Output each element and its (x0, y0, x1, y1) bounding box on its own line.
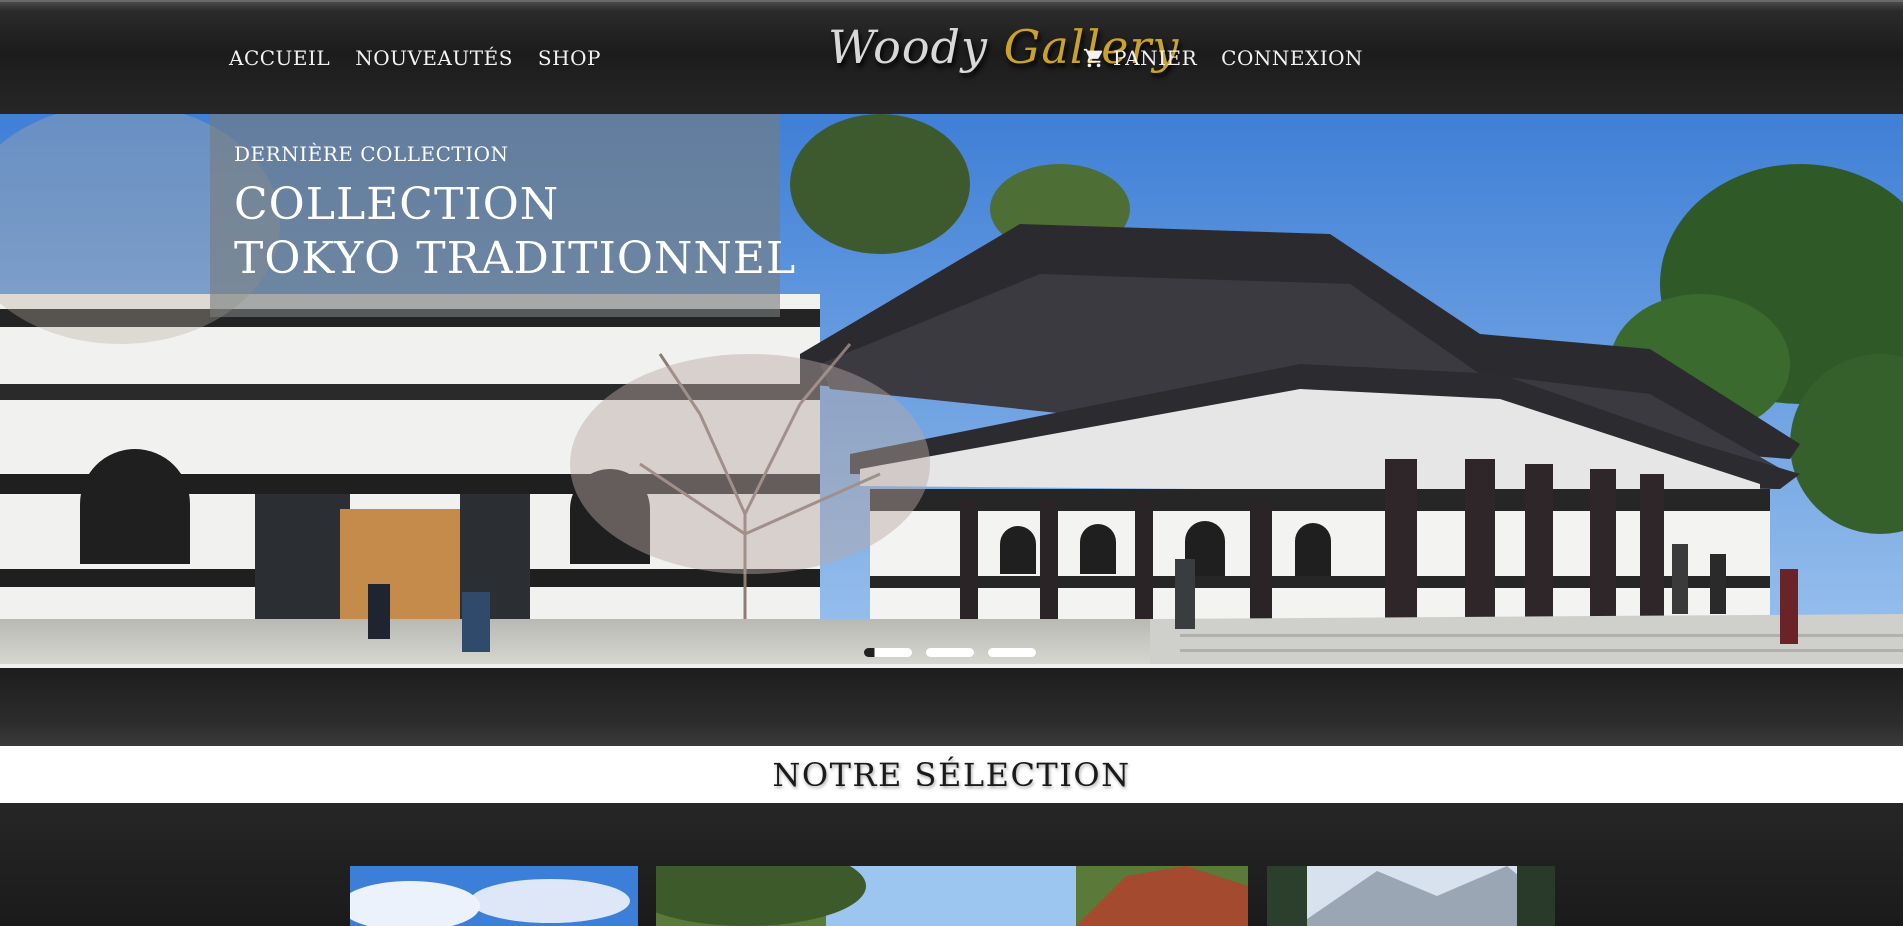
login-link[interactable]: CONNEXION (1221, 46, 1363, 70)
product-image-3 (1267, 866, 1555, 926)
selection-title: NOTRE SÉLECTION (772, 755, 1131, 794)
selection-gallery (0, 803, 1903, 926)
cart-link[interactable]: PANIER (1083, 46, 1197, 70)
shopping-cart-icon (1083, 48, 1103, 68)
site-header: ACCUEIL NOUVEAUTÉS SHOP Woody Gallery PA… (0, 0, 1903, 114)
hero-title-line-2: TOKYO TRADITIONNEL (234, 233, 797, 284)
nav-accueil[interactable]: ACCUEIL (229, 46, 330, 70)
carousel-dot-2[interactable] (926, 648, 974, 657)
account-nav: PANIER CONNEXION (1083, 46, 1363, 70)
nav-shop[interactable]: SHOP (538, 46, 601, 70)
carousel-dot-3[interactable] (988, 648, 1036, 657)
product-image-2 (656, 866, 1248, 926)
hero-caption: DERNIÈRE COLLECTION COLLECTION TOKYO TRA… (210, 114, 797, 317)
cart-label: PANIER (1113, 46, 1198, 70)
product-card-1[interactable] (350, 866, 638, 926)
divider-band (0, 668, 1903, 746)
carousel-indicators (864, 648, 1036, 657)
product-card-2[interactable] (656, 866, 1248, 926)
hero-title-line-1: COLLECTION (234, 179, 560, 230)
logo-word-woody: Woody (828, 20, 988, 74)
hero-title: COLLECTION TOKYO TRADITIONNEL (234, 178, 797, 286)
product-card-3[interactable] (1267, 866, 1555, 926)
selection-header: NOTRE SÉLECTION (0, 746, 1903, 803)
site-logo[interactable]: Woody Gallery (828, 20, 1178, 90)
hero-kicker: DERNIÈRE COLLECTION (234, 142, 509, 166)
product-image-1 (350, 866, 638, 926)
carousel-dot-1[interactable] (864, 648, 912, 657)
main-nav: ACCUEIL NOUVEAUTÉS SHOP (229, 46, 601, 70)
nav-nouveautes[interactable]: NOUVEAUTÉS (355, 46, 513, 70)
hero-carousel[interactable]: DERNIÈRE COLLECTION COLLECTION TOKYO TRA… (0, 114, 1903, 668)
